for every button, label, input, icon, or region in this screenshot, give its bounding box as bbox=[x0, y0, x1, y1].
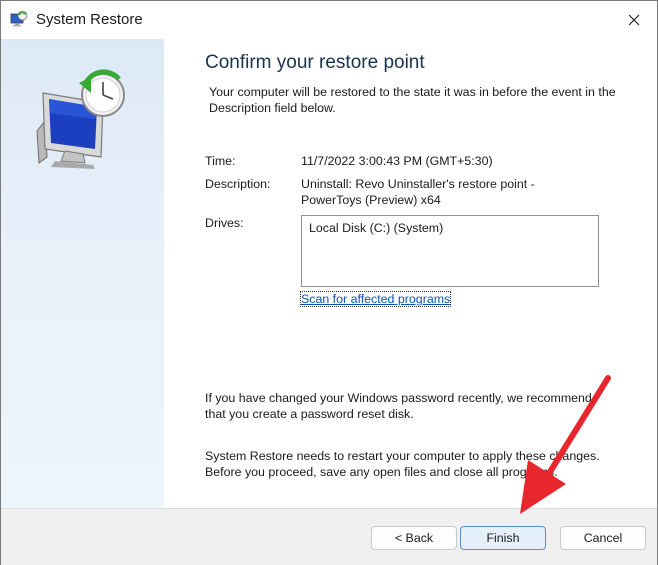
button-bar: < Back Finish Cancel bbox=[1, 508, 657, 565]
cancel-button[interactable]: Cancel bbox=[560, 526, 646, 550]
back-button[interactable]: < Back bbox=[371, 526, 457, 550]
time-label: Time: bbox=[205, 154, 236, 168]
content-panel: Confirm your restore point Your computer… bbox=[164, 39, 657, 508]
system-restore-window: System Restore Confirm your restore poin… bbox=[0, 0, 658, 565]
drives-label: Drives: bbox=[205, 216, 244, 230]
description-value-line1: Uninstall: Revo Uninstaller's restore po… bbox=[301, 177, 535, 191]
list-item-drive[interactable]: Local Disk (C:) (System) bbox=[309, 221, 443, 235]
close-button[interactable] bbox=[611, 1, 657, 39]
drives-list[interactable]: Local Disk (C:) (System) bbox=[301, 215, 599, 287]
intro-text: Your computer will be restored to the st… bbox=[209, 85, 616, 115]
time-value: 11/7/2022 3:00:43 PM (GMT+5:30) bbox=[301, 154, 493, 168]
description-label: Description: bbox=[205, 177, 271, 191]
password-note-line2: that you create a password reset disk. bbox=[205, 407, 414, 421]
page-title: Confirm your restore point bbox=[205, 52, 425, 73]
sidebar-panel bbox=[1, 39, 164, 508]
close-icon bbox=[628, 14, 640, 26]
password-note: If you have changed your Windows passwor… bbox=[205, 390, 635, 422]
scan-affected-programs-link[interactable]: Scan for affected programs bbox=[299, 291, 452, 307]
restart-note-line1: System Restore needs to restart your com… bbox=[205, 449, 600, 463]
system-restore-large-icon bbox=[36, 69, 125, 169]
system-restore-icon bbox=[10, 10, 28, 27]
title-bar: System Restore bbox=[1, 1, 657, 39]
password-note-line1: If you have changed your Windows passwor… bbox=[205, 391, 592, 405]
window-title: System Restore bbox=[36, 11, 143, 28]
finish-button[interactable]: Finish bbox=[460, 526, 546, 550]
restart-note-line2: Before you proceed, save any open files … bbox=[205, 465, 558, 479]
description-value-line2: PowerToys (Preview) x64 bbox=[301, 193, 441, 207]
restart-note: System Restore needs to restart your com… bbox=[205, 448, 635, 480]
